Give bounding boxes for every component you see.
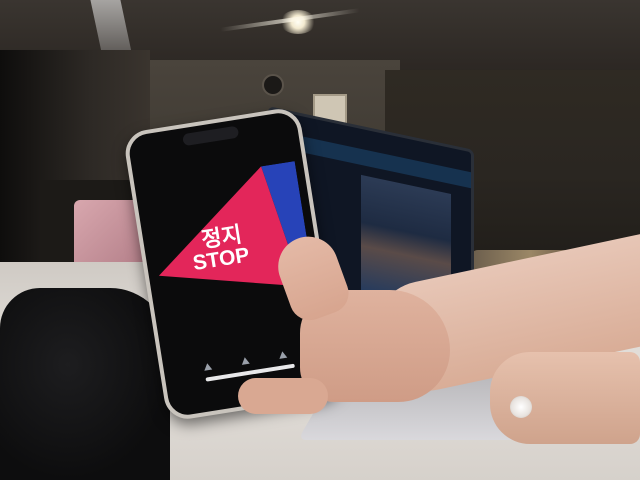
nav-home-icon[interactable] [240, 356, 250, 365]
wall-speaker [262, 74, 284, 96]
fingers [238, 378, 328, 414]
dark-bag [0, 288, 170, 480]
ring-icon [510, 396, 532, 418]
nav-recents-icon[interactable] [278, 350, 288, 359]
phone-notch [182, 125, 240, 147]
nav-back-icon[interactable] [203, 362, 213, 371]
